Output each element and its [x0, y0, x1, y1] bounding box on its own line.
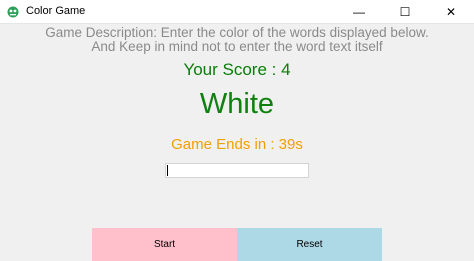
reset-button-label: Reset	[296, 239, 323, 250]
answer-input[interactable]	[165, 163, 309, 178]
description-line-1: Game Description: Enter the color of the…	[45, 25, 429, 40]
text-caret	[167, 165, 168, 176]
start-button-label: Start	[153, 239, 176, 250]
description-line-2: And Keep in mind not to enter the word t…	[91, 39, 383, 54]
close-button[interactable]: ✕	[428, 0, 474, 24]
reset-button[interactable]: Reset	[237, 228, 382, 261]
color-word: White	[199, 88, 275, 120]
score-label: Your Score : 4	[183, 60, 291, 79]
window-title: Color Game	[26, 5, 86, 17]
game-description: Game Description: Enter the color of the…	[0, 26, 474, 54]
maximize-button[interactable]: ☐	[382, 0, 428, 24]
minimize-button[interactable]: —	[336, 0, 382, 24]
minimize-icon: —	[353, 5, 365, 19]
title-bar: Color Game — ☐ ✕	[0, 0, 474, 24]
start-button[interactable]: Start	[92, 228, 237, 261]
timer-label: Game Ends in : 39s	[171, 136, 303, 153]
maximize-icon: ☐	[399, 5, 411, 19]
close-icon: ✕	[445, 5, 457, 19]
app-icon	[7, 6, 19, 18]
